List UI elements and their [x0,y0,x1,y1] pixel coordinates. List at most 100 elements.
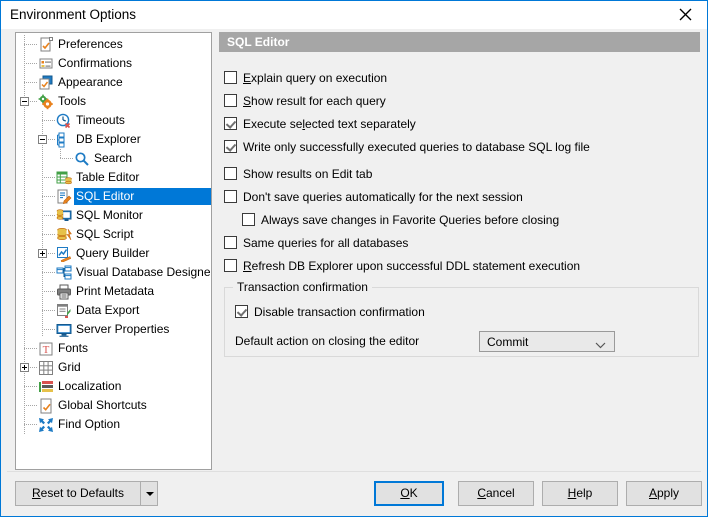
query-builder-icon [56,246,72,262]
tree-item-label: Grid [58,360,81,374]
cancel-button[interactable]: Cancel [458,481,534,506]
table-editor-icon [56,170,72,186]
ok-label: K [409,486,418,500]
cancel-accel: C [477,486,486,500]
sql-editor-icon [56,189,72,205]
checkbox-execute-seected-text-separately[interactable] [224,117,237,130]
checkbox-write-only-successfully-executed-queries-to-da[interactable] [224,140,237,153]
tree-item-label: DB Explorer [76,132,141,146]
help-button[interactable]: Help [542,481,618,506]
checkbox-disable-transaction-confirmation[interactable] [235,305,248,318]
default-action-select[interactable]: Commit [479,331,615,352]
tree-item-sql-script[interactable]: SQL Script [16,225,211,244]
print-metadata-icon [56,284,72,300]
visual-db-designer-icon [56,265,72,281]
options-tree[interactable]: Preferences Confirmations Appearance Tools T… [15,32,212,470]
collapse-icon[interactable] [38,135,47,144]
tree-item-grid[interactable]: Grid [16,358,211,377]
collapse-icon[interactable] [20,97,29,106]
checkbox-label: Same queries for all databases [243,236,409,250]
tree-item-appearance[interactable]: Appearance [16,73,211,92]
fonts-icon: T [38,341,54,357]
tree-item-label: Global Shortcuts [58,398,147,412]
checkbox-show-results-on-edit-tab[interactable] [224,167,237,180]
tree-item-label: Fonts [58,341,89,355]
tools-gear-icon [38,94,54,110]
tree-item-label: Confirmations [58,56,133,70]
close-icon[interactable] [663,1,707,28]
checkbox-explain-query-on-execution[interactable] [224,71,237,84]
tree-item-preferences[interactable]: Preferences [16,35,211,54]
window-title: Environment Options [10,7,137,22]
tree-item-label: Tools [58,94,87,108]
tree-item-visual-database-designer[interactable]: Visual Database Designer [16,263,212,282]
help-label: elp [576,486,593,500]
checkbox-label: Always save changes in Favorite Queries … [261,213,560,227]
tree-item-label: SQL Editor [76,189,135,203]
tree-item-db-explorer[interactable]: DB Explorer [16,130,211,149]
sql-editor-options-panel: SQL Editor Explain query on execution Sho… [219,32,700,470]
tree-item-timeouts[interactable]: Timeouts [16,111,211,130]
reset-to-defaults-button[interactable]: Reset to Defaults [15,481,141,506]
tree-item-sql-editor[interactable]: SQL Editor [16,187,211,206]
tree-item-find-option[interactable]: Find Option [16,415,211,434]
tree-item-search[interactable]: Search [16,149,211,168]
checkbox-label: Refresh DB Explorer upon successful DDL … [243,259,581,273]
caret-down-icon[interactable] [140,481,158,506]
tree-item-table-editor[interactable]: Table Editor [16,168,211,187]
tree-item-label: Query Builder [76,246,150,260]
tree-item-sql-monitor[interactable]: SQL Monitor [16,206,211,225]
tree-item-label: Visual Database Designer [76,265,212,279]
checkbox-always-save-changes-in-favorite-queries-before[interactable] [242,213,255,226]
data-export-icon [56,303,72,319]
chevron-down-icon [595,338,606,352]
checkbox-label: Disable transaction confirmation [254,305,425,319]
tree-item-label: Find Option [58,417,121,431]
apply-accel: A [648,486,657,500]
sql-monitor-icon [56,208,72,224]
tree-item-label: Timeouts [76,113,125,127]
preferences-icon [38,37,54,53]
tree-item-data-export[interactable]: Data Export [16,301,211,320]
expand-icon[interactable] [20,363,29,372]
checkbox-label: Don't save queries automatically for the… [243,190,523,204]
tree-item-global-shortcuts[interactable]: Global Shortcuts [16,396,211,415]
apply-label: pply [657,486,680,500]
server-properties-icon [56,322,72,338]
confirmations-icon [38,56,54,72]
checkbox-label: Show results on Edit tab [243,167,373,181]
global-shortcuts-icon [38,398,54,414]
db-explorer-icon [56,132,72,148]
tree-item-confirmations[interactable]: Confirmations [16,54,211,73]
tree-item-label: SQL Script [76,227,134,241]
search-icon [74,151,90,167]
dialog-footer: Reset to Defaults OK Cancel Help Apply [1,471,707,516]
footer-divider [7,471,701,472]
tree-item-label: Data Export [76,303,140,317]
tree-item-label: Search [94,151,133,165]
checkbox-same-queries-for-all-databases[interactable] [224,236,237,249]
tree-item-tools[interactable]: Tools [16,92,211,111]
checkbox-show-result-for-each-query[interactable] [224,94,237,107]
tree-item-label: Localization [58,379,122,393]
groupbox-title: Transaction confirmation [233,280,372,294]
tree-item-print-metadata[interactable]: Print Metadata [16,282,211,301]
tree-item-query-builder[interactable]: Query Builder [16,244,211,263]
checkbox-refresh-db-explorer-upon-successful-ddl-statem[interactable] [224,259,237,272]
apply-button[interactable]: Apply [626,481,702,506]
ok-button[interactable]: OK [374,481,444,506]
appearance-icon [38,75,54,91]
tree-item-label: Appearance [58,75,123,89]
tree-item-label: Server Properties [76,322,170,336]
checkbox-label: Explain query on execution [243,71,388,85]
expand-icon[interactable] [38,249,47,258]
checkbox-don-t-save-queries-automatically-for-the-next-[interactable] [224,190,237,203]
accel-char: E [243,71,252,85]
default-action-value: Commit [487,335,529,349]
tree-item-fonts[interactable]: T Fonts [16,339,211,358]
find-option-icon [38,417,54,433]
tree-item-server-properties[interactable]: Server Properties [16,320,211,339]
titlebar: Environment Options [1,1,707,29]
tree-item-localization[interactable]: Localization [16,377,211,396]
default-action-label: Default action on closing the editor [235,334,420,348]
